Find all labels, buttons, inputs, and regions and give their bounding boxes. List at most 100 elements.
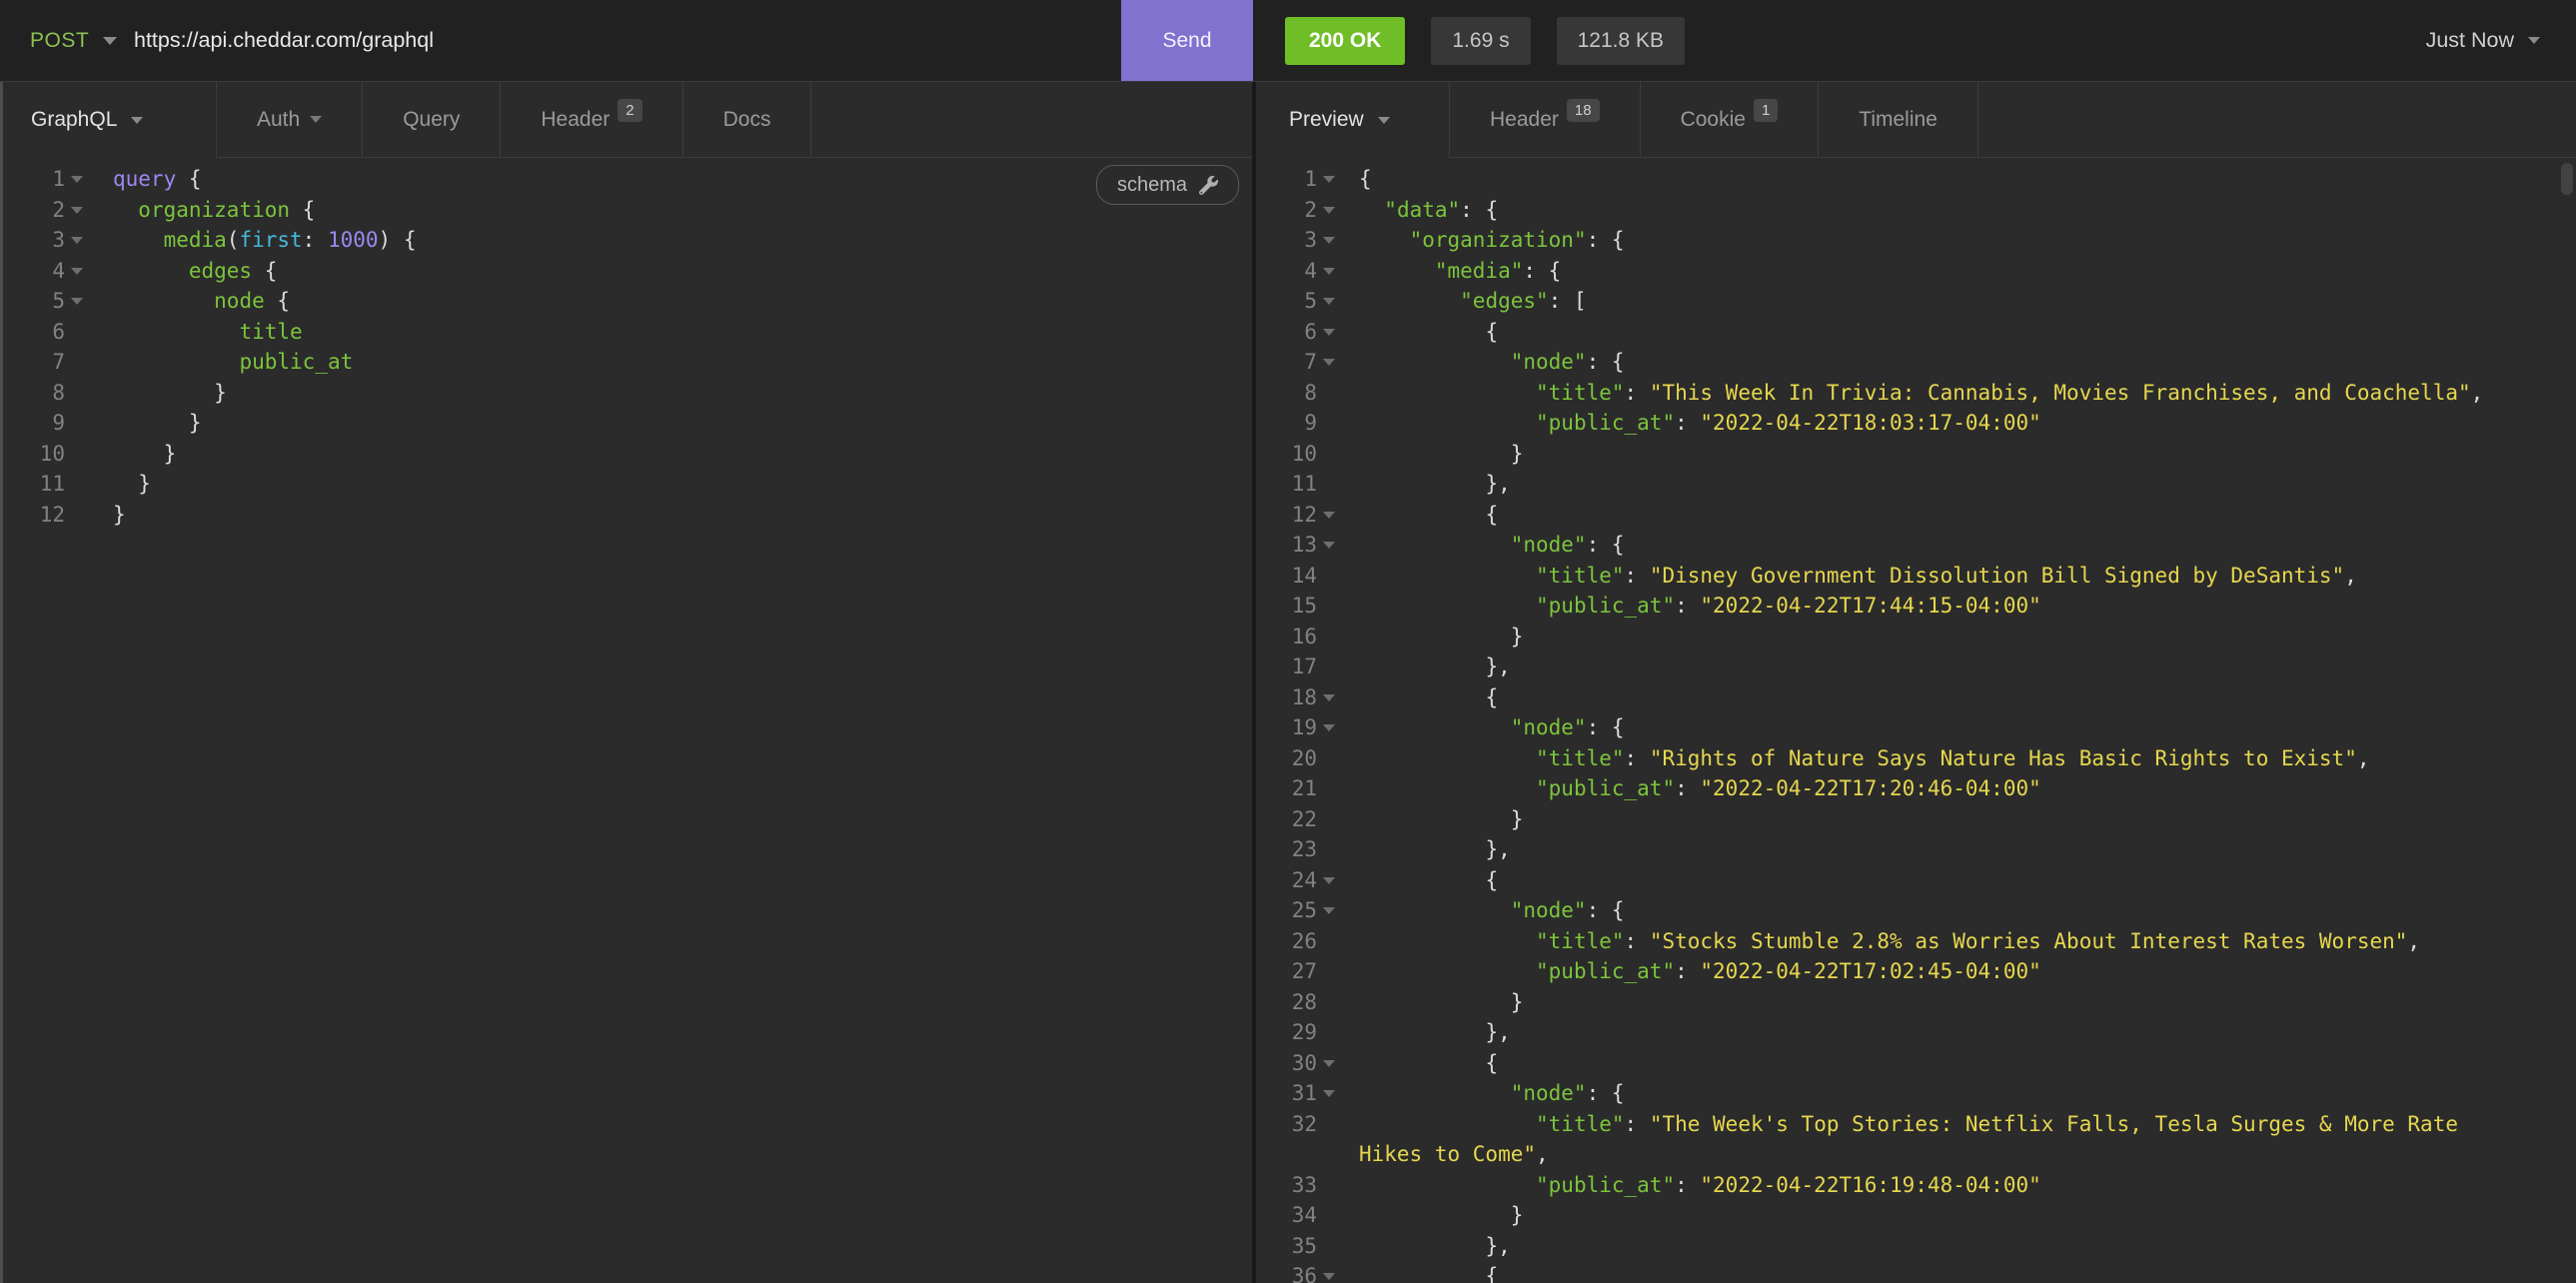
fold-toggle[interactable] [1317, 256, 1341, 287]
code-line: 19 "node": { [1256, 712, 2576, 743]
line-number: 10 [3, 439, 65, 470]
code-line: 25 "node": { [1256, 895, 2576, 926]
code-text: "media": { [1359, 256, 2508, 287]
code-text: "organization": { [1359, 225, 2508, 256]
fold-toggle[interactable] [1317, 347, 1341, 378]
fold-spacer [65, 408, 89, 439]
fold-arrow-icon [1323, 542, 1335, 549]
gutter: 35 [1256, 1231, 1341, 1262]
code-text: { [1359, 1048, 2508, 1079]
fold-toggle[interactable] [1317, 164, 1341, 195]
method-dropdown[interactable]: POST [30, 0, 117, 81]
line-number: 19 [1256, 712, 1317, 743]
code-text: "title": "The Week's Top Stories: Netfli… [1359, 1109, 2508, 1170]
gutter: 24 [1256, 865, 1341, 896]
response-time-badge: 1.69 s [1431, 17, 1530, 65]
fold-arrow-icon [71, 176, 83, 183]
code-text: "public_at": "2022-04-22T18:03:17-04:00" [1359, 408, 2508, 439]
fold-arrow-icon [1323, 268, 1335, 275]
response-history-dropdown[interactable]: Just Now [2426, 0, 2540, 81]
code-line: 33 "public_at": "2022-04-22T16:19:48-04:… [1256, 1170, 2576, 1201]
tab-header[interactable]: Header2 [501, 82, 682, 158]
tab-docs[interactable]: Docs [683, 82, 812, 158]
code-line: 30 { [1256, 1048, 2576, 1079]
line-number: 29 [1256, 1017, 1317, 1048]
fold-toggle[interactable] [1317, 682, 1341, 713]
gutter: 19 [1256, 712, 1341, 743]
gutter: 36 [1256, 1261, 1341, 1283]
gutter: 5 [1256, 286, 1341, 317]
tab-auth[interactable]: Auth [217, 82, 363, 158]
gutter: 31 [1256, 1078, 1341, 1109]
body-type-dropdown[interactable]: GraphQL [3, 82, 217, 158]
chevron-down-icon [310, 116, 322, 123]
tab-query[interactable]: Query [363, 82, 501, 158]
line-number: 25 [1256, 895, 1317, 926]
fold-spacer [65, 317, 89, 348]
schema-button[interactable]: schema [1096, 165, 1239, 205]
fold-toggle[interactable] [1317, 317, 1341, 348]
code-text: organization { [113, 195, 315, 226]
url-input[interactable]: https://api.cheddar.com/graphql [134, 0, 434, 81]
code-text: { [1359, 1261, 2508, 1283]
code-line: 10 } [3, 439, 1252, 470]
fold-toggle[interactable] [1317, 225, 1341, 256]
gutter: 30 [1256, 1048, 1341, 1079]
fold-toggle[interactable] [1317, 195, 1341, 226]
fold-toggle[interactable] [1317, 865, 1341, 896]
fold-toggle[interactable] [65, 256, 89, 287]
tab-label: Docs [723, 108, 771, 132]
tab-label: Auth [257, 108, 300, 132]
schema-button-label: schema [1117, 174, 1187, 197]
gutter: 8 [1256, 378, 1341, 409]
code-line: 14 "title": "Disney Government Dissoluti… [1256, 561, 2576, 592]
send-button[interactable]: Send [1121, 0, 1253, 81]
tab-cookie[interactable]: Cookie1 [1641, 82, 1820, 158]
fold-toggle[interactable] [1317, 1078, 1341, 1109]
tab-label: Header [1490, 108, 1559, 132]
code-line: 21 "public_at": "2022-04-22T17:20:46-04:… [1256, 773, 2576, 804]
gutter: 25 [1256, 895, 1341, 926]
code-text: }, [1359, 651, 2508, 682]
gutter: 15 [1256, 591, 1341, 622]
fold-toggle[interactable] [65, 195, 89, 226]
fold-spacer [65, 378, 89, 409]
fold-toggle[interactable] [1317, 286, 1341, 317]
response-tabs: Header18Cookie1Timeline [1450, 82, 1978, 158]
line-number: 3 [3, 225, 65, 256]
line-number: 34 [1256, 1200, 1317, 1231]
code-text: query { [113, 164, 202, 195]
fold-toggle[interactable] [65, 225, 89, 256]
line-number: 1 [1256, 164, 1317, 195]
gutter: 3 [3, 225, 89, 256]
code-line: 7 public_at [3, 347, 1252, 378]
fold-toggle[interactable] [1317, 712, 1341, 743]
code-text: }, [1359, 834, 2508, 865]
fold-arrow-icon [1323, 1273, 1335, 1280]
response-size-badge: 121.8 KB [1557, 17, 1685, 65]
fold-toggle[interactable] [1317, 500, 1341, 531]
tab-header[interactable]: Header18 [1450, 82, 1641, 158]
fold-spacer [1317, 743, 1341, 774]
fold-toggle[interactable] [1317, 895, 1341, 926]
fold-toggle[interactable] [1317, 530, 1341, 561]
fold-toggle[interactable] [65, 164, 89, 195]
code-line: 12 { [1256, 500, 2576, 531]
tab-timeline[interactable]: Timeline [1819, 82, 1978, 158]
code-text: } [1359, 622, 2508, 652]
preview-mode-dropdown[interactable]: Preview [1256, 82, 1450, 158]
fold-toggle[interactable] [1317, 1261, 1341, 1283]
scrollbar-thumb[interactable] [2561, 163, 2573, 195]
tab-label: Query [403, 108, 460, 132]
code-line: 1{ [1256, 164, 2576, 195]
gutter: 7 [1256, 347, 1341, 378]
gutter: 10 [1256, 439, 1341, 470]
line-number: 2 [1256, 195, 1317, 226]
graphql-query-editor[interactable]: schema 1query {2 organization {3 media(f… [3, 158, 1252, 1283]
code-text: } [1359, 1200, 2508, 1231]
gutter: 32 [1256, 1109, 1341, 1140]
response-json-viewer[interactable]: 1{2 "data": {3 "organization": {4 "media… [1256, 158, 2576, 1283]
fold-toggle[interactable] [65, 286, 89, 317]
url-text: https://api.cheddar.com/graphql [134, 28, 434, 53]
fold-toggle[interactable] [1317, 1048, 1341, 1079]
